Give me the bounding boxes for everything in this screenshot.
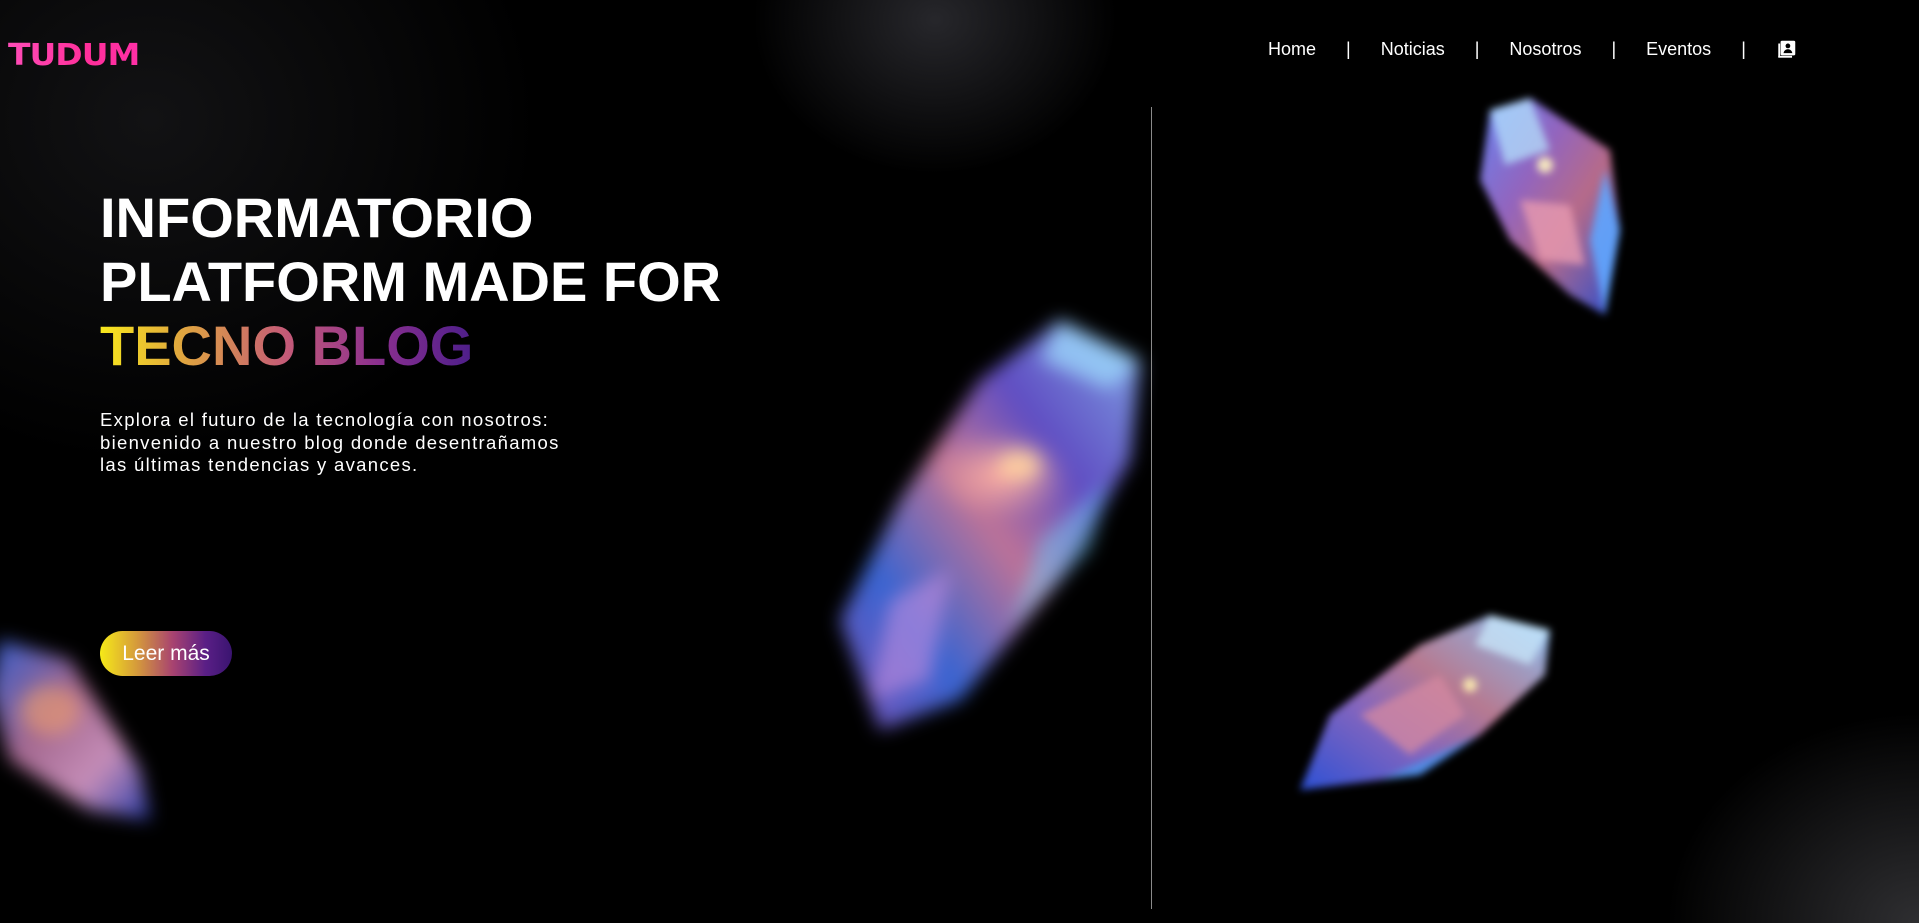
hero-description-line-2: bienvenido a nuestro blog donde desentra… (100, 431, 560, 453)
vertical-divider (1151, 107, 1152, 909)
blurred-crystal-center-image (840, 320, 1140, 730)
read-more-button[interactable]: Leer más (100, 631, 232, 676)
crystal-top-right-image (1480, 98, 1620, 315)
nav-eventos[interactable]: Eventos (1646, 39, 1711, 60)
nav-separator: | (1741, 38, 1746, 59)
hero-title-line-1: INFORMATORIO (100, 186, 534, 249)
nav-home[interactable]: Home (1268, 39, 1316, 60)
contacts-book-icon[interactable] (1776, 38, 1798, 60)
nav-noticias[interactable]: Noticias (1381, 39, 1445, 60)
hero-description-line-3: las últimas tendencias y avances. (100, 454, 419, 475)
landing-page: TUDUM Home | Noticias | Nosotros | Event… (0, 0, 1919, 923)
hero-title-line-2: PLATFORM MADE FOR (100, 250, 722, 313)
nav-separator: | (1474, 38, 1480, 59)
main-nav: Home | Noticias | Nosotros | Eventos | (1268, 38, 1798, 60)
hero-description-line-1: Explora el futuro de la tecnología con n… (100, 409, 550, 430)
hero-title-highlight: TECNO BLOG (100, 314, 474, 377)
logo[interactable]: TUDUM (8, 39, 140, 69)
nav-separator: | (1611, 38, 1617, 59)
crystal-bottom-right-image (1300, 615, 1550, 790)
hero-title: INFORMATORIO PLATFORM MADE FOR TECNO BLO… (100, 186, 721, 378)
hero-description: Explora el futuro de la tecnología con n… (100, 409, 640, 477)
nav-separator: | (1346, 38, 1351, 59)
nav-nosotros[interactable]: Nosotros (1509, 39, 1581, 60)
